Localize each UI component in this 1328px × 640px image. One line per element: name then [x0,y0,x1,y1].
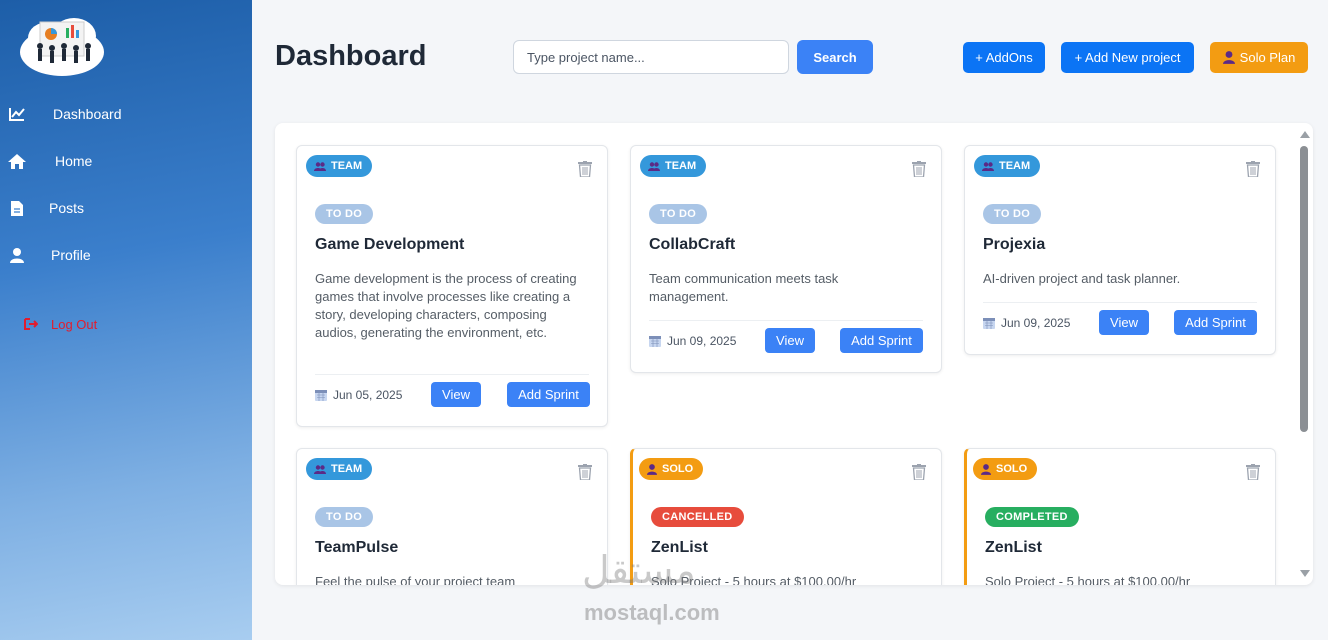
project-card: TEAM TO DO Projexia AI-driven project an… [964,145,1276,355]
trash-icon[interactable] [578,161,592,177]
team-badge: TEAM [974,155,1041,177]
team-badge: TEAM [306,458,373,480]
project-card: TEAM TO DO TeamPulse Feel the pulse of y… [296,448,608,585]
user-icon [981,463,991,475]
project-description: Solo Project - 5 hours at $100.00/hr [985,574,1191,585]
project-date: Jun 09, 2025 [649,334,736,348]
user-icon [8,246,26,264]
status-badge: TO DO [315,507,374,527]
home-icon [8,152,26,170]
page-title: Dashboard [275,40,427,72]
chart-line-icon [8,105,26,123]
scrollbar[interactable] [1296,128,1312,580]
users-icon [314,464,326,474]
sidebar-item-posts[interactable]: Posts [0,193,252,223]
scroll-thumb[interactable] [1300,146,1308,432]
users-icon [314,161,326,171]
sidebar-item-label: Profile [51,247,91,263]
project-description: Feel the pulse of your project team [315,574,516,585]
sidebar: Dashboard Home Posts Profile Log Out [0,0,252,640]
view-button[interactable]: View [1099,310,1149,335]
project-title: TeamPulse [315,539,399,556]
projects-panel: TEAM TO DO Game Development Game develop… [275,123,1313,585]
trash-icon[interactable] [912,161,926,177]
add-sprint-button[interactable]: Add Sprint [840,328,923,353]
user-icon [647,463,657,475]
scroll-up-arrow-icon[interactable] [1300,131,1310,138]
add-sprint-button[interactable]: Add Sprint [507,382,590,407]
app-logo[interactable] [18,12,106,78]
project-title: CollabCraft [649,236,736,253]
project-date: Jun 05, 2025 [315,388,402,402]
calendar-icon [983,318,995,329]
user-icon [1222,51,1235,64]
card-divider [649,320,923,321]
scroll-down-arrow-icon[interactable] [1300,570,1310,577]
watermark-arabic: مستقل [582,548,696,592]
project-title: ZenList [985,539,1042,556]
sidebar-item-label: Posts [49,200,85,216]
status-badge: TO DO [983,204,1042,224]
card-divider [983,302,1257,303]
project-card: TEAM TO DO CollabCraft Team communicatio… [630,145,942,373]
status-badge: TO DO [315,204,374,224]
sidebar-item-label: Home [55,153,93,169]
status-badge: TO DO [649,204,708,224]
status-badge: CANCELLED [651,507,744,527]
sidebar-item-home[interactable]: Home [0,146,252,176]
view-button[interactable]: View [765,328,815,353]
solo-badge: SOLO [973,458,1038,480]
calendar-icon [649,336,661,347]
calendar-icon [315,390,327,401]
users-icon [982,161,994,171]
project-title: Game Development [315,236,465,253]
view-button[interactable]: View [431,382,481,407]
trash-icon[interactable] [578,464,592,480]
solo-plan-label: Solo Plan [1239,50,1296,65]
search-button[interactable]: Search [797,40,873,74]
team-badge: TEAM [640,155,707,177]
card-divider [315,374,589,375]
logout-icon [22,315,40,333]
search-input[interactable] [513,40,789,74]
solo-plan-button[interactable]: Solo Plan [1210,42,1308,73]
trash-icon[interactable] [912,464,926,480]
project-title: Projexia [983,236,1046,253]
project-description: Team communication meets task management… [649,271,839,304]
trash-icon[interactable] [1246,161,1260,177]
sidebar-item-label: Dashboard [53,106,122,122]
add-sprint-button[interactable]: Add Sprint [1174,310,1257,335]
users-icon [648,161,660,171]
logout-label: Log Out [51,316,98,332]
sidebar-item-profile[interactable]: Profile [0,240,252,270]
status-badge: COMPLETED [985,507,1079,527]
addons-button[interactable]: + AddOns [963,42,1045,73]
project-card: TEAM TO DO Game Development Game develop… [296,145,608,427]
project-card: SOLO COMPLETED ZenList Solo Project - 5 … [964,448,1276,585]
project-date: Jun 09, 2025 [983,316,1070,330]
logout-button[interactable]: Log Out [0,309,252,339]
solo-badge: SOLO [639,458,704,480]
add-new-project-button[interactable]: + Add New project [1061,42,1194,73]
project-description: AI-driven project and task planner. [983,271,1181,286]
watermark-url: mostaql.com [584,600,720,625]
sidebar-item-dashboard[interactable]: Dashboard [0,99,252,129]
trash-icon[interactable] [1246,464,1260,480]
project-description: Game development is the process of creat… [315,271,577,340]
file-icon [8,199,26,217]
team-badge: TEAM [306,155,373,177]
